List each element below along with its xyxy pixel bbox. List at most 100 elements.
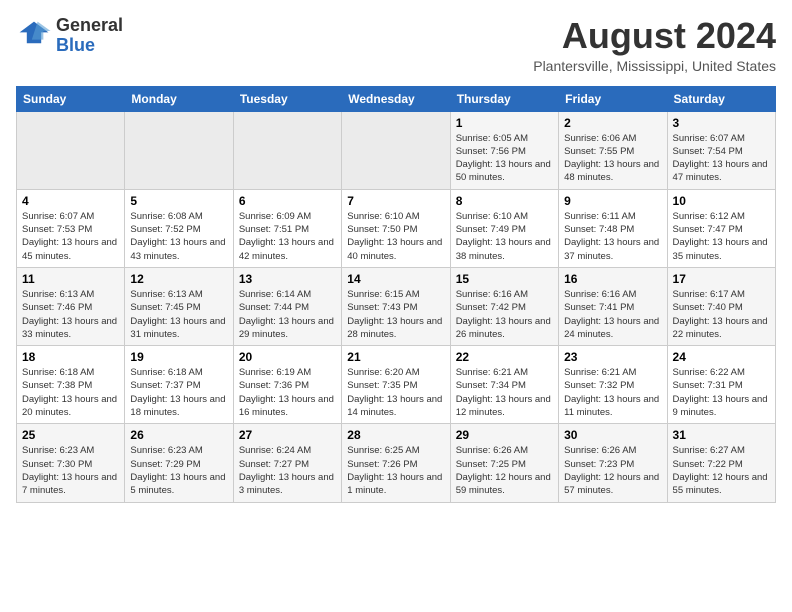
logo: General Blue	[16, 16, 123, 56]
day-info: Sunrise: 6:07 AMSunset: 7:53 PMDaylight:…	[22, 210, 119, 263]
table-cell	[17, 111, 125, 189]
day-info: Sunrise: 6:18 AMSunset: 7:37 PMDaylight:…	[130, 366, 227, 419]
day-number: 24	[673, 350, 770, 364]
table-cell	[233, 111, 341, 189]
day-info: Sunrise: 6:23 AMSunset: 7:29 PMDaylight:…	[130, 444, 227, 497]
day-info: Sunrise: 6:13 AMSunset: 7:45 PMDaylight:…	[130, 288, 227, 341]
day-info: Sunrise: 6:26 AMSunset: 7:23 PMDaylight:…	[564, 444, 661, 497]
day-number: 28	[347, 428, 444, 442]
table-cell: 18 Sunrise: 6:18 AMSunset: 7:38 PMDayligh…	[17, 346, 125, 424]
table-cell: 22 Sunrise: 6:21 AMSunset: 7:34 PMDayligh…	[450, 346, 558, 424]
day-info: Sunrise: 6:20 AMSunset: 7:35 PMDaylight:…	[347, 366, 444, 419]
day-number: 10	[673, 194, 770, 208]
day-info: Sunrise: 6:21 AMSunset: 7:32 PMDaylight:…	[564, 366, 661, 419]
day-number: 22	[456, 350, 553, 364]
table-cell: 9 Sunrise: 6:11 AMSunset: 7:48 PMDaylight…	[559, 189, 667, 267]
day-info: Sunrise: 6:16 AMSunset: 7:41 PMDaylight:…	[564, 288, 661, 341]
day-number: 11	[22, 272, 119, 286]
table-cell: 5 Sunrise: 6:08 AMSunset: 7:52 PMDaylight…	[125, 189, 233, 267]
table-cell: 17 Sunrise: 6:17 AMSunset: 7:40 PMDayligh…	[667, 267, 775, 345]
day-number: 6	[239, 194, 336, 208]
day-info: Sunrise: 6:06 AMSunset: 7:55 PMDaylight:…	[564, 132, 661, 185]
table-cell: 3Sunrise: 6:07 AMSunset: 7:54 PMDaylight…	[667, 111, 775, 189]
day-number: 7	[347, 194, 444, 208]
day-info: Sunrise: 6:21 AMSunset: 7:34 PMDaylight:…	[456, 366, 553, 419]
day-number: 21	[347, 350, 444, 364]
calendar-week-4: 18 Sunrise: 6:18 AMSunset: 7:38 PMDayligh…	[17, 346, 776, 424]
day-info: Sunrise: 6:11 AMSunset: 7:48 PMDaylight:…	[564, 210, 661, 263]
table-cell: 4Sunrise: 6:07 AMSunset: 7:53 PMDaylight…	[17, 189, 125, 267]
table-cell: 30 Sunrise: 6:26 AMSunset: 7:23 PMDayligh…	[559, 424, 667, 502]
day-info: Sunrise: 6:10 AMSunset: 7:49 PMDaylight:…	[456, 210, 553, 263]
day-info: Sunrise: 6:26 AMSunset: 7:25 PMDaylight:…	[456, 444, 553, 497]
col-friday: Friday	[559, 86, 667, 111]
day-info: Sunrise: 6:14 AMSunset: 7:44 PMDaylight:…	[239, 288, 336, 341]
table-cell: 16 Sunrise: 6:16 AMSunset: 7:41 PMDayligh…	[559, 267, 667, 345]
table-cell: 14 Sunrise: 6:15 AMSunset: 7:43 PMDayligh…	[342, 267, 450, 345]
logo-text: General Blue	[56, 16, 123, 56]
day-number: 18	[22, 350, 119, 364]
day-info: Sunrise: 6:08 AMSunset: 7:52 PMDaylight:…	[130, 210, 227, 263]
day-number: 2	[564, 116, 661, 130]
table-cell: 31Sunrise: 6:27 AMSunset: 7:22 PMDayligh…	[667, 424, 775, 502]
logo-blue: Blue	[56, 35, 95, 55]
day-number: 3	[673, 116, 770, 130]
table-cell: 1Sunrise: 6:05 AMSunset: 7:56 PMDaylight…	[450, 111, 558, 189]
table-cell: 26 Sunrise: 6:23 AMSunset: 7:29 PMDayligh…	[125, 424, 233, 502]
day-info: Sunrise: 6:15 AMSunset: 7:43 PMDaylight:…	[347, 288, 444, 341]
col-tuesday: Tuesday	[233, 86, 341, 111]
calendar-week-5: 25Sunrise: 6:23 AMSunset: 7:30 PMDayligh…	[17, 424, 776, 502]
title-block: August 2024 Plantersville, Mississippi, …	[533, 16, 776, 74]
day-number: 25	[22, 428, 119, 442]
table-cell: 10 Sunrise: 6:12 AMSunset: 7:47 PMDayligh…	[667, 189, 775, 267]
month-year: August 2024	[533, 16, 776, 56]
table-cell: 6 Sunrise: 6:09 AMSunset: 7:51 PMDaylight…	[233, 189, 341, 267]
day-info: Sunrise: 6:16 AMSunset: 7:42 PMDaylight:…	[456, 288, 553, 341]
table-cell: 20 Sunrise: 6:19 AMSunset: 7:36 PMDayligh…	[233, 346, 341, 424]
table-cell: 8 Sunrise: 6:10 AMSunset: 7:49 PMDaylight…	[450, 189, 558, 267]
day-number: 14	[347, 272, 444, 286]
logo-general: General	[56, 15, 123, 35]
day-number: 31	[673, 428, 770, 442]
day-number: 1	[456, 116, 553, 130]
day-number: 19	[130, 350, 227, 364]
table-cell: 11 Sunrise: 6:13 AMSunset: 7:46 PMDayligh…	[17, 267, 125, 345]
col-monday: Monday	[125, 86, 233, 111]
table-cell: 15Sunrise: 6:16 AMSunset: 7:42 PMDayligh…	[450, 267, 558, 345]
day-info: Sunrise: 6:10 AMSunset: 7:50 PMDaylight:…	[347, 210, 444, 263]
day-number: 30	[564, 428, 661, 442]
day-number: 26	[130, 428, 227, 442]
day-number: 13	[239, 272, 336, 286]
day-info: Sunrise: 6:13 AMSunset: 7:46 PMDaylight:…	[22, 288, 119, 341]
table-cell: 25Sunrise: 6:23 AMSunset: 7:30 PMDayligh…	[17, 424, 125, 502]
day-number: 12	[130, 272, 227, 286]
table-cell: 24 Sunrise: 6:22 AMSunset: 7:31 PMDayligh…	[667, 346, 775, 424]
calendar-table: Sunday Monday Tuesday Wednesday Thursday…	[16, 86, 776, 503]
table-cell: 28Sunrise: 6:25 AMSunset: 7:26 PMDayligh…	[342, 424, 450, 502]
day-number: 17	[673, 272, 770, 286]
day-number: 20	[239, 350, 336, 364]
calendar-header-row: Sunday Monday Tuesday Wednesday Thursday…	[17, 86, 776, 111]
day-info: Sunrise: 6:17 AMSunset: 7:40 PMDaylight:…	[673, 288, 770, 341]
table-cell: 21 Sunrise: 6:20 AMSunset: 7:35 PMDayligh…	[342, 346, 450, 424]
table-cell: 12 Sunrise: 6:13 AMSunset: 7:45 PMDayligh…	[125, 267, 233, 345]
table-cell: 29Sunrise: 6:26 AMSunset: 7:25 PMDayligh…	[450, 424, 558, 502]
col-wednesday: Wednesday	[342, 86, 450, 111]
table-cell: 7 Sunrise: 6:10 AMSunset: 7:50 PMDaylight…	[342, 189, 450, 267]
day-info: Sunrise: 6:22 AMSunset: 7:31 PMDaylight:…	[673, 366, 770, 419]
day-number: 9	[564, 194, 661, 208]
table-cell	[125, 111, 233, 189]
calendar-week-1: 1Sunrise: 6:05 AMSunset: 7:56 PMDaylight…	[17, 111, 776, 189]
day-info: Sunrise: 6:19 AMSunset: 7:36 PMDaylight:…	[239, 366, 336, 419]
day-info: Sunrise: 6:12 AMSunset: 7:47 PMDaylight:…	[673, 210, 770, 263]
table-cell	[342, 111, 450, 189]
day-info: Sunrise: 6:24 AMSunset: 7:27 PMDaylight:…	[239, 444, 336, 497]
table-cell: 13 Sunrise: 6:14 AMSunset: 7:44 PMDayligh…	[233, 267, 341, 345]
table-cell: 23Sunrise: 6:21 AMSunset: 7:32 PMDayligh…	[559, 346, 667, 424]
day-number: 8	[456, 194, 553, 208]
day-info: Sunrise: 6:18 AMSunset: 7:38 PMDaylight:…	[22, 366, 119, 419]
day-number: 16	[564, 272, 661, 286]
day-number: 5	[130, 194, 227, 208]
table-cell: 27Sunrise: 6:24 AMSunset: 7:27 PMDayligh…	[233, 424, 341, 502]
day-info: Sunrise: 6:09 AMSunset: 7:51 PMDaylight:…	[239, 210, 336, 263]
